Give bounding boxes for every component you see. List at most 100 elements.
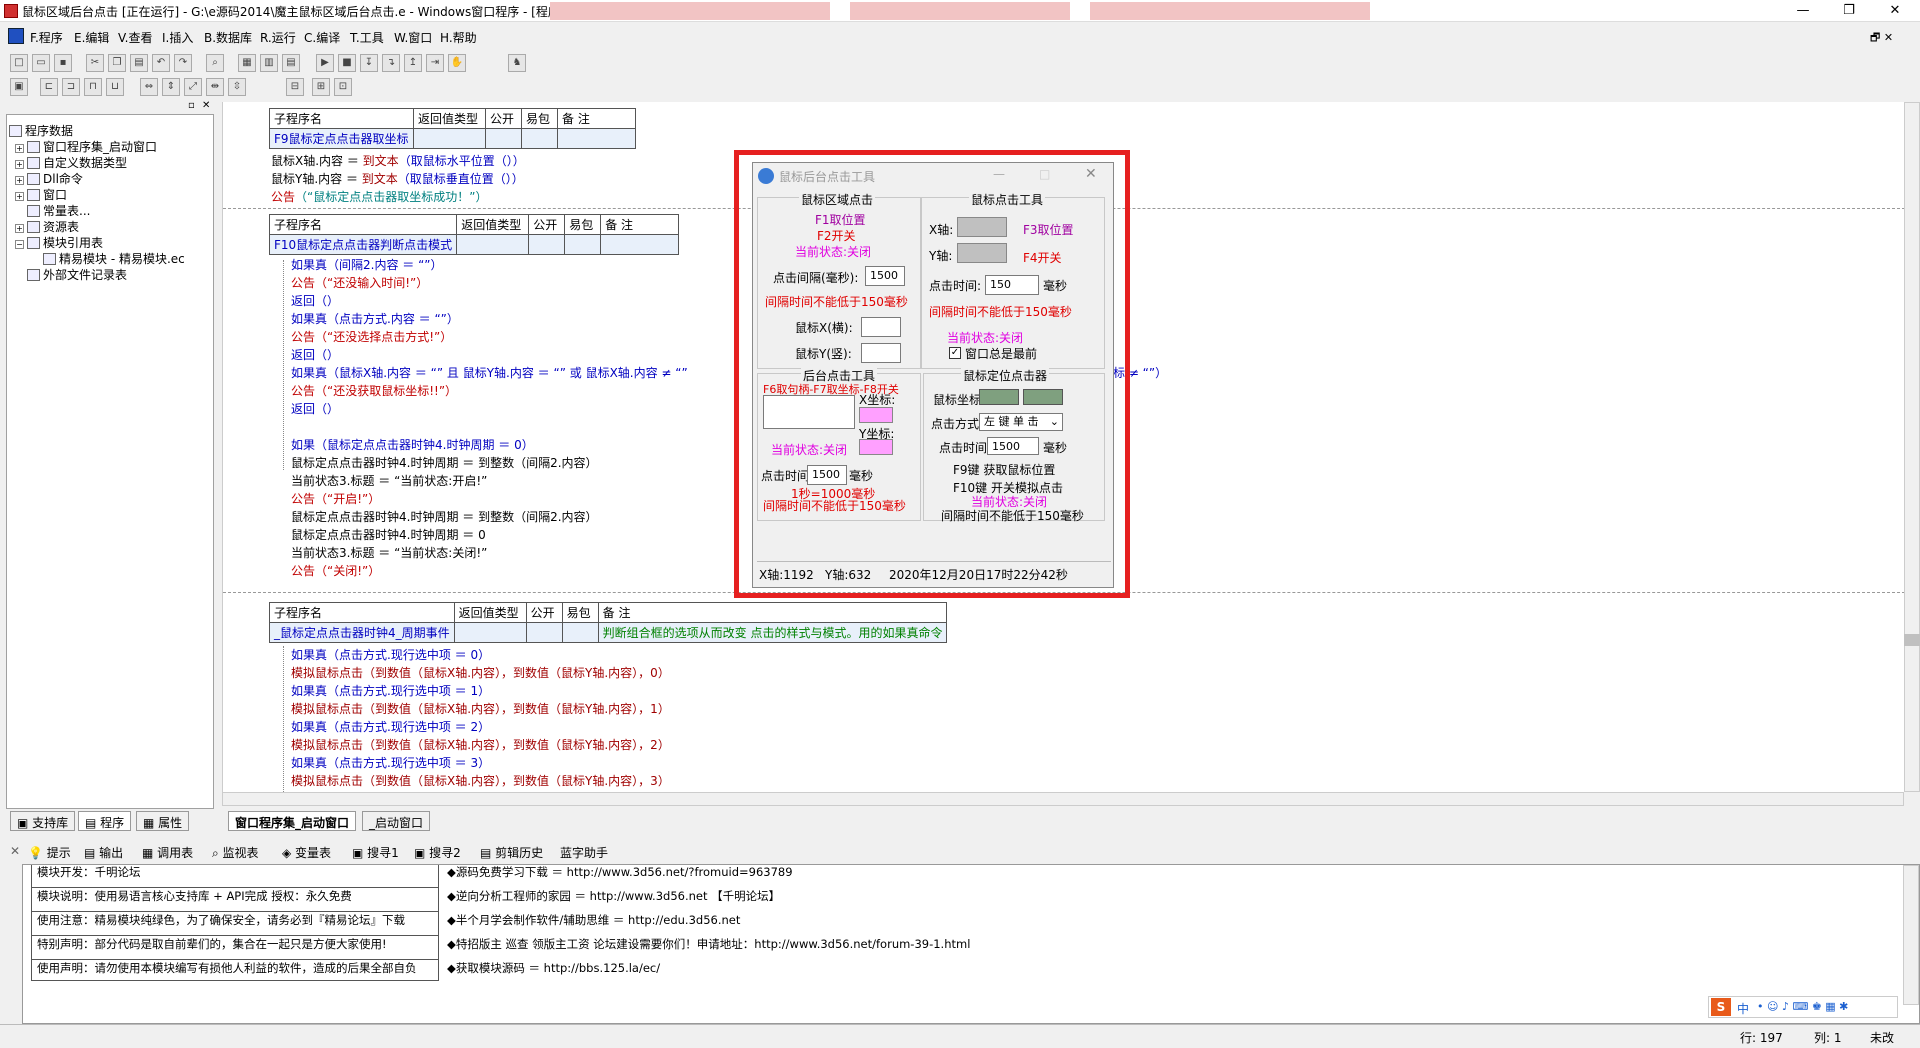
tab-search2[interactable]: ▣ 搜寻2 [414, 844, 461, 861]
align-left-icon[interactable]: ⊏ [40, 78, 58, 96]
tab-watch[interactable]: ⌕ 监视表 [212, 844, 259, 861]
copy-icon[interactable]: ❐ [108, 54, 126, 72]
code-line[interactable]: 如果真（鼠标X轴.内容 ＝ “” 且 鼠标Y轴.内容 ＝ “” 或 鼠标X轴.内… [291, 364, 688, 382]
pin-icon[interactable]: ▫ [188, 100, 195, 111]
step-icon[interactable]: ↧ [360, 54, 378, 72]
tree-item-external[interactable]: 外部文件记录表 [27, 267, 127, 283]
expand-icon[interactable]: + [15, 192, 24, 201]
bg-time-input[interactable]: 1500 [807, 465, 847, 485]
tree-close-icon[interactable]: ✕ [202, 100, 210, 111]
code-line[interactable]: 模拟鼠标点击（到数值（鼠标X轴.内容），到数值（鼠标Y轴.内容），1） [291, 700, 670, 718]
expand-icon[interactable]: + [15, 144, 24, 153]
output-panel[interactable]: 模块开发：千明论坛 模块说明：使用易语言核心支持库 + API完成 授权：永久免… [22, 864, 1920, 1024]
tab-search1[interactable]: ▣ 搜寻1 [352, 844, 399, 861]
tree-item-resources[interactable]: + 资源表 [15, 219, 79, 235]
menu-help[interactable]: H.帮助 [440, 29, 477, 46]
tab-clip-history[interactable]: ▤ 剪辑历史 [480, 844, 543, 861]
ime-lang[interactable]: 中 [1737, 1000, 1749, 1017]
close-button[interactable]: ✕ [1872, 0, 1918, 22]
click-time-input[interactable]: 150 [985, 275, 1039, 295]
topmost-checkbox[interactable]: ✓ [949, 347, 961, 359]
sub3-note[interactable]: 判断组合框的选项从而改变 点击的样式与模式。用的如果真命令 [597, 622, 948, 643]
step-out-icon[interactable]: ↥ [404, 54, 422, 72]
same-width-icon[interactable]: ⇔ [140, 78, 158, 96]
menu-compile[interactable]: C.编译 [304, 29, 340, 46]
paste-icon[interactable]: ▤ [130, 54, 148, 72]
code-line[interactable]: 当前状态3.标题 ＝ “当前状态:开启!” [291, 472, 487, 490]
expand-icon[interactable]: + [15, 176, 24, 185]
mdi-window-controls[interactable]: 🗗 ✕ [1870, 29, 1893, 48]
link-line[interactable]: ◆特招版主 巡查 领版主工资 论坛建设需要你们！申请地址：http://www.… [447, 933, 970, 957]
run-to-icon[interactable]: ⇥ [426, 54, 444, 72]
code-line[interactable]: 如果真（点击方式.内容 ＝ “”） [291, 310, 459, 328]
tab-blue-helper[interactable]: 蓝字助手 [560, 844, 608, 861]
code-line[interactable]: 鼠标Y轴.内容 ＝ 到文本（取鼠标垂直位置（）） [271, 170, 524, 188]
mouse-x-input[interactable] [861, 317, 901, 337]
dialog-maximize-icon[interactable]: □ [1039, 167, 1050, 181]
mouse-y-input[interactable] [861, 343, 901, 363]
helper-icon[interactable]: ♞ [508, 54, 526, 72]
tab-support-lib[interactable]: ▣ 支持库 [10, 811, 76, 831]
code-line[interactable]: 鼠标定点点击器时钟4.时钟周期 ＝ 到整数（间隔2.内容） [291, 454, 598, 472]
code-line[interactable]: 返回（） [291, 292, 339, 310]
minimize-button[interactable]: — [1780, 0, 1826, 22]
code-line[interactable]: 如果真（间隔2.内容 ＝ “”） [291, 256, 443, 274]
dialog-close-icon[interactable]: ✕ [1085, 166, 1097, 182]
code-line[interactable]: 返回（） [291, 346, 339, 364]
editor-vscroll[interactable] [1904, 102, 1920, 792]
menu-program[interactable]: F.程序 [30, 29, 63, 46]
tab-properties[interactable]: ▦ 属性 [136, 811, 190, 831]
breakpoint-icon[interactable]: ✋ [448, 54, 466, 72]
tab-hint[interactable]: 💡 提示 [28, 844, 71, 861]
code-line[interactable]: 公告（“还没获取鼠标坐标!!”） [291, 382, 457, 400]
center-h-icon[interactable]: ⊟ [286, 78, 304, 96]
space-v-icon[interactable]: ⇳ [228, 78, 246, 96]
output-vscroll[interactable] [1903, 865, 1919, 1005]
layout3-icon[interactable]: ▤ [282, 54, 300, 72]
bg-handle-input[interactable] [763, 395, 855, 429]
align-top-icon[interactable]: ⊔ [106, 78, 124, 96]
undo-icon[interactable]: ↶ [152, 54, 170, 72]
align-right-icon[interactable]: ⊓ [84, 78, 102, 96]
same-height-icon[interactable]: ⇕ [162, 78, 180, 96]
tree-item-types[interactable]: + 自定义数据类型 [15, 155, 127, 171]
locator-time-input[interactable]: 1500 [987, 437, 1039, 455]
ime-toolbar[interactable]: S 中 • ☺ ♪ ⌨ ♚ ▦ ✱ [1708, 996, 1898, 1018]
layout2-icon[interactable]: ▥ [260, 54, 278, 72]
find-icon[interactable]: ⌕ [206, 54, 224, 72]
stop-icon[interactable]: ■ [338, 54, 356, 72]
code-line[interactable]: 如果真（点击方式.现行选中项 ＝ 3） [291, 754, 490, 772]
link-line[interactable]: ◆获取模块源码 ＝ http://bbs.125.la/ec/ [447, 957, 660, 981]
code-line[interactable]: 公告（“还没选择点击方式!”） [291, 328, 452, 346]
menu-insert[interactable]: I.插入 [162, 29, 193, 46]
tree-item-assembly[interactable]: + 窗口程序集_启动窗口 [15, 139, 157, 155]
grid-icon[interactable]: ⊡ [334, 78, 352, 96]
code-line[interactable]: 公告（“鼠标定点点击器取坐标成功！”） [271, 188, 487, 206]
run-icon[interactable]: ▶ [316, 54, 334, 72]
code-line[interactable]: 如果真（点击方式.现行选中项 ＝ 0） [291, 646, 490, 664]
collapse-icon[interactable]: − [15, 240, 24, 249]
expand-icon[interactable]: + [15, 160, 24, 169]
menu-database[interactable]: B.数据库 [204, 29, 252, 46]
tab-assembly[interactable]: 窗口程序集_启动窗口 [228, 811, 357, 831]
menu-view[interactable]: V.查看 [118, 29, 152, 46]
tree-item-modules[interactable]: − 模块引用表 [15, 235, 103, 251]
step-over-icon[interactable]: ↴ [382, 54, 400, 72]
code-line[interactable]: 返回（） [291, 400, 339, 418]
align-center-icon[interactable]: ⊐ [62, 78, 80, 96]
code-line[interactable]: 如果真（点击方式.现行选中项 ＝ 1） [291, 682, 490, 700]
redo-icon[interactable]: ↷ [174, 54, 192, 72]
code-line[interactable]: 如果（鼠标定点点击器时钟4.时钟周期 ＝ 0） [291, 436, 534, 454]
save-icon[interactable]: ▪ [54, 54, 72, 72]
menu-edit[interactable]: E.编辑 [74, 29, 109, 46]
code-line[interactable]: 公告（“开启!”） [291, 490, 380, 508]
code-line[interactable]: 公告（“还没输入时间!”） [291, 274, 428, 292]
menu-tools[interactable]: T.工具 [350, 29, 384, 46]
new-file-icon[interactable]: □ [10, 54, 28, 72]
code-line[interactable]: 模拟鼠标点击（到数值（鼠标X轴.内容），到数值（鼠标Y轴.内容），0） [291, 664, 670, 682]
tree-item-dll[interactable]: + Dll命令 [15, 171, 83, 187]
same-size-icon[interactable]: ⤢ [184, 78, 202, 96]
code-line[interactable]: 如果真（点击方式.现行选中项 ＝ 2） [291, 718, 490, 736]
code-line[interactable]: 鼠标X轴.内容 ＝ 到文本（取鼠标水平位置（）） [271, 152, 525, 170]
code-line[interactable]: 当前状态3.标题 ＝ “当前状态:关闭!” [291, 544, 487, 562]
